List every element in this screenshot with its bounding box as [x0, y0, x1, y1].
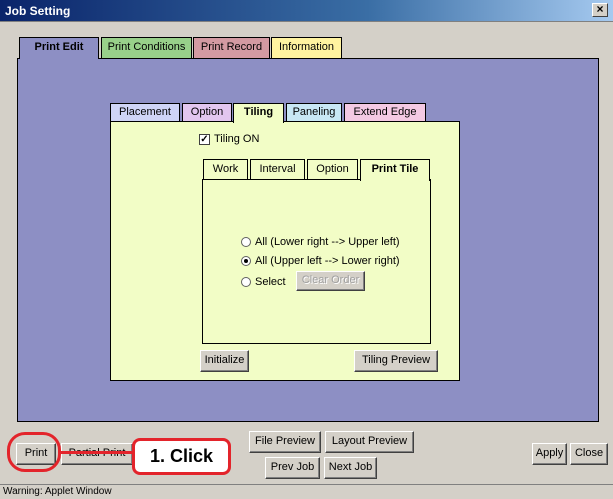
tab-option-inner[interactable]: Option	[307, 159, 358, 180]
clear-order-button[interactable]: Clear Order	[296, 271, 365, 291]
tab-print-record[interactable]: Print Record	[193, 37, 270, 58]
tiling-preview-button[interactable]: Tiling Preview	[354, 350, 438, 372]
callout-label: 1. Click	[132, 438, 231, 475]
tab-placement[interactable]: Placement	[110, 103, 180, 122]
partial-print-button[interactable]: Partial Print	[61, 443, 133, 465]
callout-line	[60, 451, 134, 454]
radio-label-select: Select	[255, 276, 286, 288]
tab-print-tile[interactable]: Print Tile	[360, 159, 430, 181]
tab-option[interactable]: Option	[182, 103, 232, 122]
tab-information[interactable]: Information	[271, 37, 342, 58]
print-highlight-oval	[7, 432, 61, 472]
tab-tiling[interactable]: Tiling	[233, 103, 284, 123]
window-title: Job Setting	[5, 4, 71, 18]
tab-work[interactable]: Work	[203, 159, 248, 180]
tab-print-edit[interactable]: Print Edit	[19, 37, 99, 59]
title-bar: Job Setting ×	[0, 0, 613, 22]
radio-select[interactable]	[241, 277, 251, 287]
tab-print-conditions[interactable]: Print Conditions	[101, 37, 192, 58]
initialize-button[interactable]: Initialize	[200, 350, 249, 372]
next-job-button[interactable]: Next Job	[324, 457, 377, 479]
job-setting-window: Job Setting × Print Edit Print Condition…	[0, 0, 613, 499]
radio-upper-left-to-lower-right[interactable]	[241, 256, 251, 266]
tab-interval[interactable]: Interval	[250, 159, 305, 180]
apply-button[interactable]: Apply	[532, 443, 567, 465]
radio-label-lower-right: All (Lower right --> Upper left)	[255, 236, 400, 248]
layout-preview-button[interactable]: Layout Preview	[325, 431, 414, 453]
status-bar: Warning: Applet Window	[0, 484, 613, 499]
close-button[interactable]: Close	[570, 443, 608, 465]
tab-paneling[interactable]: Paneling	[286, 103, 342, 122]
radio-label-upper-left: All (Upper left --> Lower right)	[255, 255, 400, 267]
prev-job-button[interactable]: Prev Job	[265, 457, 320, 479]
close-window-icon[interactable]: ×	[592, 3, 608, 17]
tiling-on-label: Tiling ON	[214, 133, 260, 145]
radio-lower-right-to-upper-left[interactable]	[241, 237, 251, 247]
file-preview-button[interactable]: File Preview	[249, 431, 321, 453]
tiling-on-checkbox[interactable]: ✓	[199, 134, 210, 145]
tab-extend-edge[interactable]: Extend Edge	[344, 103, 426, 122]
